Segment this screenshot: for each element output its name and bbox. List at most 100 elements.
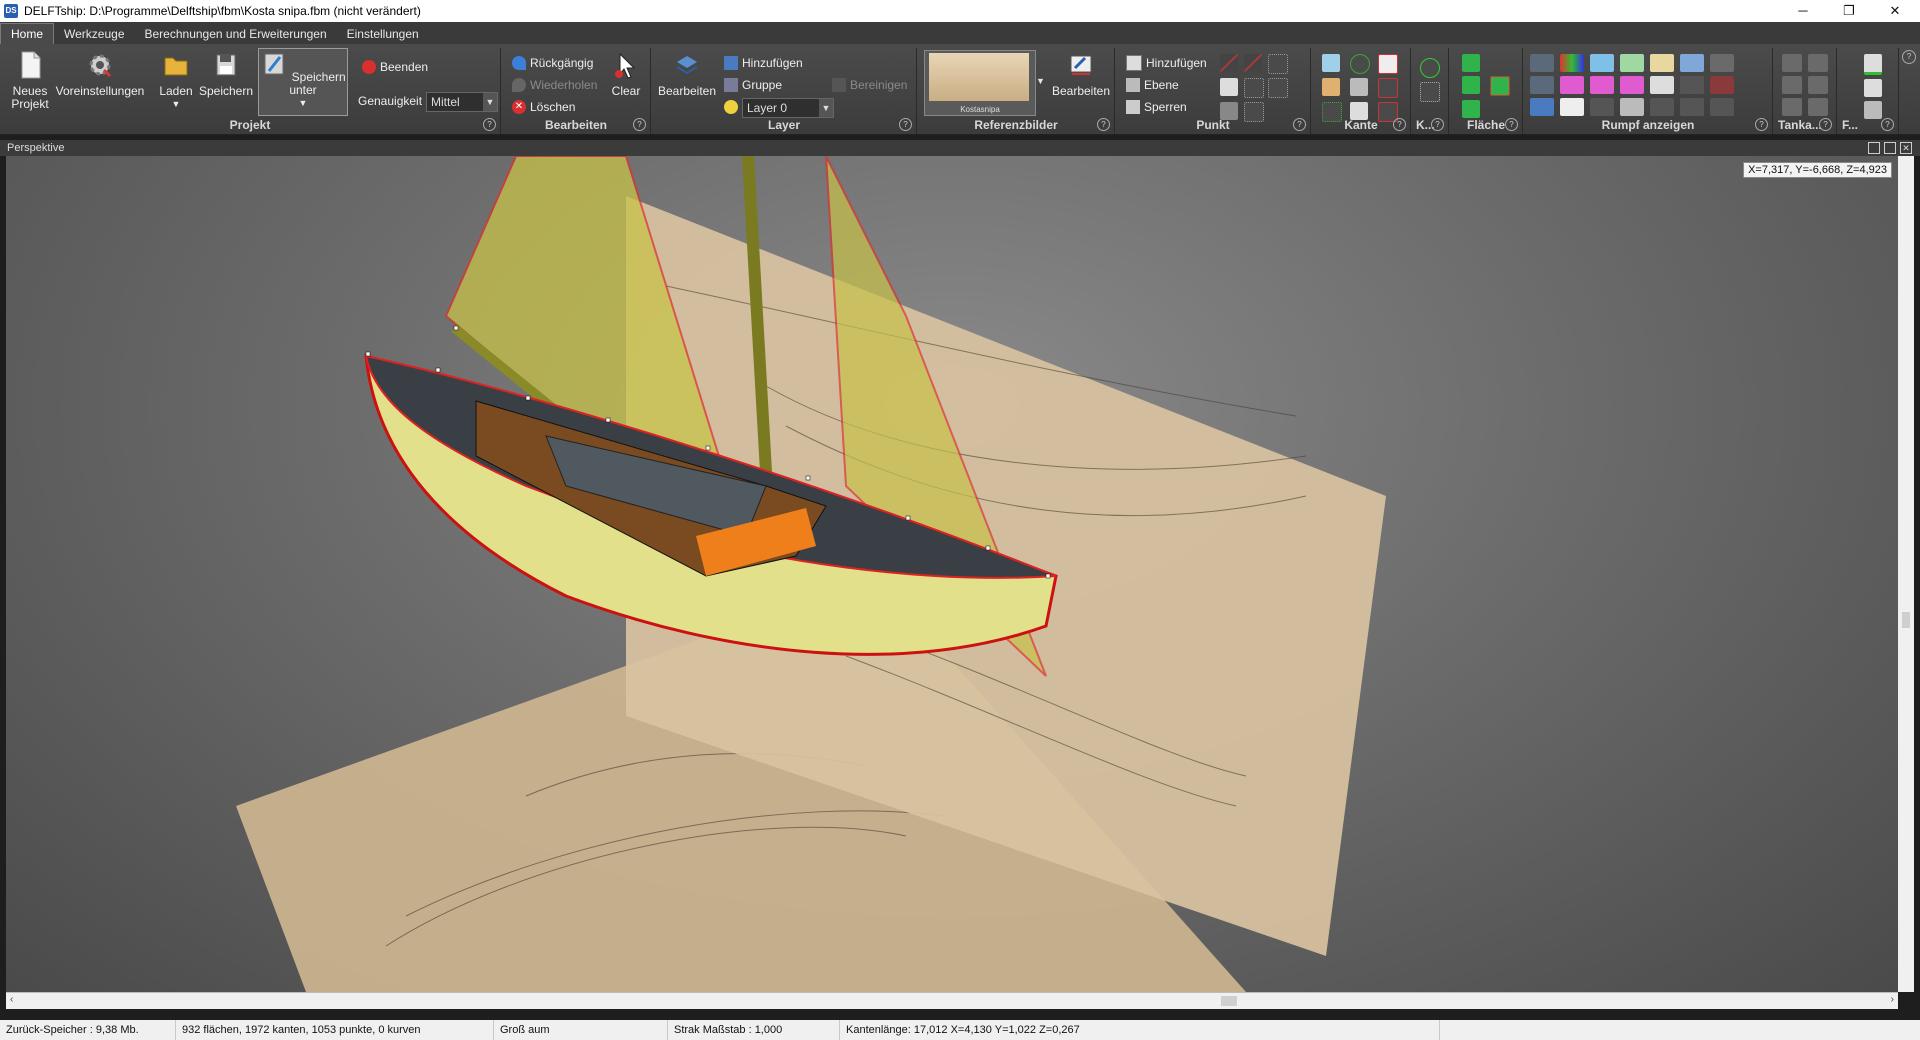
sperren-button[interactable]: Sperren: [1126, 98, 1187, 116]
f-tool-icon[interactable]: [1864, 54, 1882, 75]
hull-view-icon[interactable]: [1560, 54, 1584, 72]
edge-tool-icon[interactable]: [1378, 54, 1398, 74]
reference-image-thumbnail[interactable]: Kostasnipa: [924, 50, 1036, 116]
speichern-unter-dropdown-icon[interactable]: ▼: [259, 97, 347, 110]
laden-button[interactable]: Laden ▼: [156, 50, 196, 111]
viewport-maximize-icon[interactable]: [1884, 142, 1896, 154]
punkt-hinzufuegen-button[interactable]: Hinzufügen: [1126, 54, 1207, 72]
hull-view-icon[interactable]: [1590, 98, 1614, 116]
hull-view-icon[interactable]: [1680, 76, 1704, 94]
face-tool-icon[interactable]: [1490, 54, 1508, 72]
hull-view-icon[interactable]: [1560, 98, 1584, 116]
hull-view-icon[interactable]: [1680, 98, 1704, 116]
perspective-viewport[interactable]: X=7,317, Y=-6,668, Z=4,923: [6, 156, 1898, 992]
edge-tool-icon[interactable]: [1350, 54, 1370, 74]
tab-home[interactable]: Home: [0, 23, 55, 44]
vertical-scroll-thumb[interactable]: [1902, 612, 1910, 628]
help-icon[interactable]: ?: [899, 118, 912, 131]
k-tool-icon[interactable]: [1420, 82, 1440, 102]
hull-view-icon[interactable]: [1590, 76, 1614, 94]
hull-view-icon[interactable]: [1650, 54, 1674, 72]
help-icon[interactable]: ?: [1293, 118, 1306, 131]
vertical-scrollbar[interactable]: [1898, 156, 1914, 992]
help-icon[interactable]: ?: [1819, 118, 1832, 131]
hull-view-icon[interactable]: [1620, 76, 1644, 94]
help-icon[interactable]: ?: [483, 118, 496, 131]
hull-view-icon[interactable]: [1650, 76, 1674, 94]
speichern-button[interactable]: Speichern: [198, 50, 254, 98]
speichern-unter-button[interactable]: Speichern unter ▼: [258, 48, 348, 116]
layer-hinzufuegen-button[interactable]: Hinzufügen: [724, 54, 803, 72]
hull-view-icon[interactable]: [1530, 54, 1554, 72]
beenden-button[interactable]: Beenden: [362, 58, 428, 76]
hull-view-icon[interactable]: [1710, 76, 1734, 94]
gruppe-button[interactable]: Gruppe: [724, 76, 782, 94]
tab-berechnungen[interactable]: Berechnungen und Erweiterungen: [135, 24, 337, 44]
help-icon[interactable]: ?: [1505, 118, 1518, 131]
layer-select[interactable]: Layer 0 ▼: [742, 98, 834, 118]
hull-view-icon[interactable]: [1680, 54, 1704, 72]
point-tool-icon[interactable]: [1268, 78, 1288, 98]
ebene-button[interactable]: Ebene: [1126, 76, 1179, 94]
help-icon[interactable]: ?: [1097, 118, 1110, 131]
tank-tool-icon[interactable]: [1808, 76, 1828, 94]
tab-einstellungen[interactable]: Einstellungen: [337, 24, 429, 44]
restore-button[interactable]: ❐: [1826, 0, 1872, 22]
point-tool-icon[interactable]: [1244, 54, 1262, 72]
viewport-close-icon[interactable]: ✕: [1900, 142, 1912, 154]
help-icon[interactable]: ?: [1393, 118, 1406, 131]
point-tool-icon[interactable]: [1220, 78, 1238, 96]
bereinigen-button[interactable]: Bereinigen: [832, 76, 907, 94]
face-tool-icon[interactable]: [1462, 54, 1480, 72]
tank-tool-icon[interactable]: [1782, 98, 1802, 116]
scroll-right-icon[interactable]: ›: [1891, 994, 1894, 1005]
face-tool-icon[interactable]: [1462, 100, 1480, 118]
hull-view-icon[interactable]: [1530, 98, 1554, 116]
genauigkeit-select[interactable]: Mittel ▼: [426, 92, 498, 112]
f-tool-icon[interactable]: [1864, 79, 1882, 97]
voreinstellungen-button[interactable]: Voreinstellungen: [54, 50, 146, 98]
minimize-button[interactable]: ─: [1780, 0, 1826, 22]
help-icon[interactable]: ?: [633, 118, 646, 131]
viewport-minimize-icon[interactable]: [1868, 142, 1880, 154]
hull-view-icon[interactable]: [1710, 54, 1734, 72]
edge-tool-icon[interactable]: [1350, 78, 1368, 96]
hull-view-icon[interactable]: [1620, 98, 1644, 116]
hull-view-icon[interactable]: [1650, 98, 1674, 116]
thumbnail-dropdown-icon[interactable]: ▼: [1036, 76, 1045, 86]
hull-view-icon[interactable]: [1590, 54, 1614, 72]
tank-tool-icon[interactable]: [1808, 54, 1828, 72]
tank-tool-icon[interactable]: [1782, 54, 1802, 72]
layer-bearbeiten-button[interactable]: Bearbeiten: [656, 50, 718, 98]
point-tool-icon[interactable]: [1244, 78, 1264, 98]
scroll-left-icon[interactable]: ‹: [10, 994, 13, 1005]
edge-tool-icon[interactable]: [1378, 78, 1398, 98]
rueckgaengig-button[interactable]: Rückgängig: [512, 54, 593, 72]
help-icon[interactable]: ?: [1431, 118, 1444, 131]
k-tool-icon[interactable]: [1420, 58, 1440, 78]
hull-view-icon[interactable]: [1620, 54, 1644, 72]
tank-tool-icon[interactable]: [1808, 98, 1828, 116]
hull-view-icon[interactable]: [1530, 76, 1554, 94]
help-icon[interactable]: ?: [1755, 118, 1768, 131]
ribbon-help-icon[interactable]: ?: [1902, 50, 1916, 64]
point-tool-icon[interactable]: [1220, 54, 1238, 72]
horizontal-scroll-thumb[interactable]: [1221, 996, 1237, 1006]
loeschen-button[interactable]: ✕ Löschen: [512, 98, 575, 116]
horizontal-scrollbar[interactable]: ‹ ›: [6, 992, 1898, 1009]
face-tool-icon[interactable]: [1462, 76, 1480, 94]
referenzbild-bearbeiten-button[interactable]: Bearbeiten: [1050, 50, 1112, 98]
clear-button[interactable]: Clear: [606, 50, 646, 98]
f-tool-icon[interactable]: [1864, 101, 1882, 119]
close-button[interactable]: ✕: [1872, 0, 1918, 22]
point-tool-icon[interactable]: [1268, 54, 1288, 74]
face-tool-icon[interactable]: [1490, 76, 1510, 96]
edge-tool-icon[interactable]: [1322, 78, 1340, 96]
laden-dropdown-icon[interactable]: ▼: [156, 98, 196, 111]
hull-view-icon[interactable]: [1710, 98, 1734, 116]
help-icon[interactable]: ?: [1881, 118, 1894, 131]
tank-tool-icon[interactable]: [1782, 76, 1802, 94]
tab-werkzeuge[interactable]: Werkzeuge: [54, 24, 134, 44]
edge-tool-icon[interactable]: [1322, 54, 1340, 72]
hull-view-icon[interactable]: [1560, 76, 1584, 94]
